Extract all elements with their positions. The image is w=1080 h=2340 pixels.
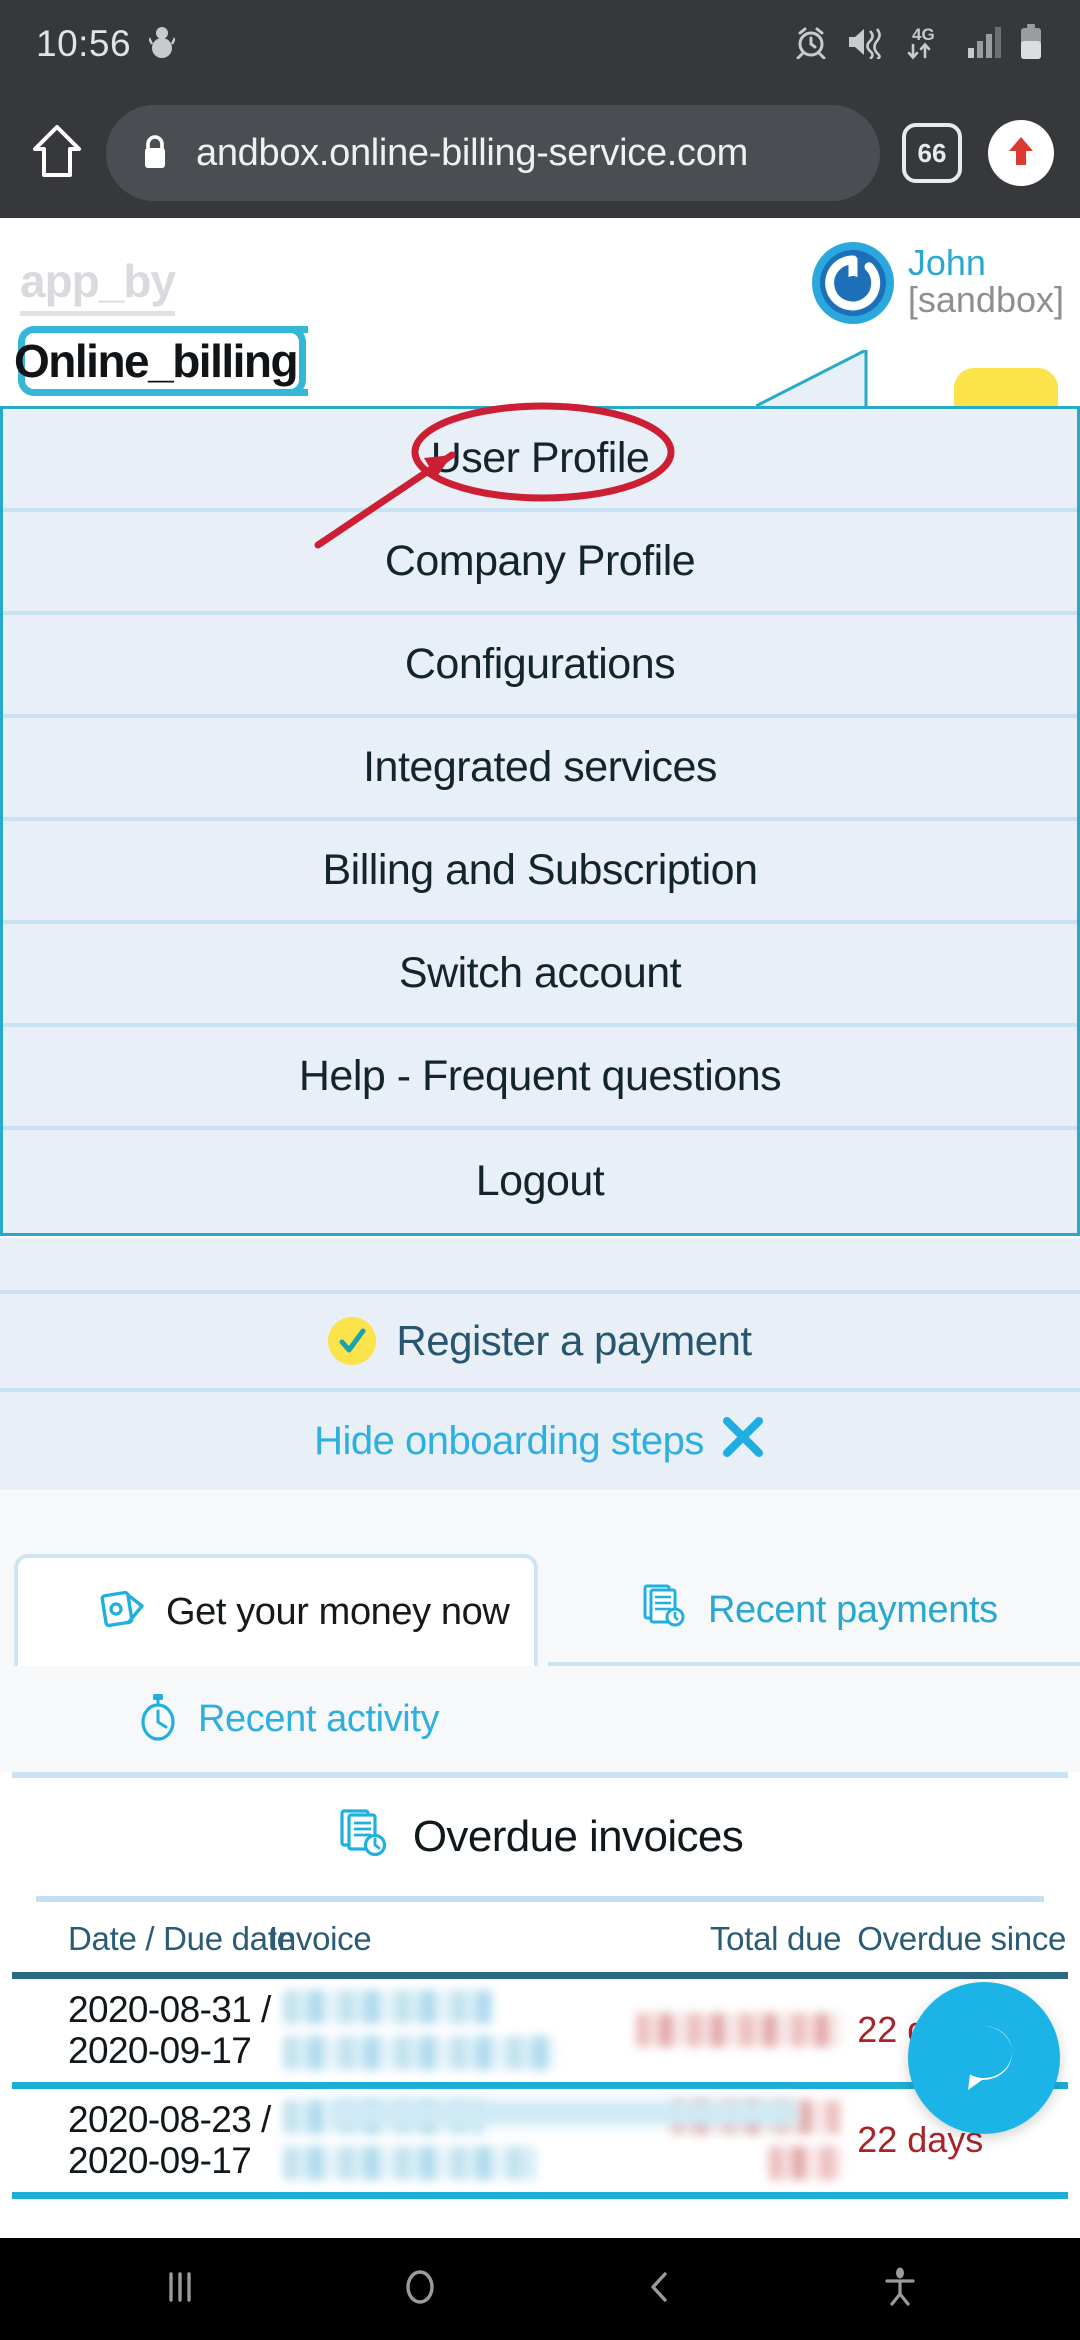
home-circle-icon	[397, 2269, 443, 2314]
hide-onboarding-label: Hide onboarding steps	[314, 1418, 704, 1463]
tab-label: Get your money now	[166, 1590, 510, 1633]
status-bar-right: 4G	[794, 23, 1044, 66]
tab-counter-button[interactable]: 66	[902, 123, 962, 183]
cell-date-issued: 2020-08-23 /	[68, 2098, 271, 2140]
logo-prefix: app_by	[20, 254, 176, 316]
alarm-icon	[794, 25, 828, 64]
menu-item-user-profile[interactable]: User Profile	[3, 409, 1077, 512]
tab-count-label: 66	[917, 137, 947, 168]
recents-icon	[157, 2271, 203, 2314]
address-bar[interactable]: andbox.online-billing-service.com	[106, 105, 880, 201]
user-environment: [sandbox]	[907, 279, 1064, 321]
back-button[interactable]	[637, 2264, 683, 2315]
battery-icon	[1018, 23, 1044, 65]
android-navigation-bar	[0, 2238, 1080, 2340]
overdue-invoices-title-row: Overdue invoices	[12, 1778, 1068, 1896]
menu-item-billing-subscription[interactable]: Billing and Subscription	[3, 821, 1077, 924]
documents-icon	[640, 1580, 690, 1640]
row-highlight-blur	[328, 2100, 798, 2126]
accessibility-icon	[877, 2267, 923, 2314]
overdue-invoices-title: Overdue invoices	[412, 1812, 744, 1861]
tabs-underline	[548, 1662, 1080, 1666]
signal-icon	[967, 26, 1001, 63]
close-x-icon	[720, 1414, 766, 1469]
phone-screen: 10:56 4G andbox.online-billing-service.c…	[0, 0, 1080, 2340]
browser-toolbar: andbox.online-billing-service.com 66	[0, 88, 1080, 218]
tab-recent-payments[interactable]: Recent payments	[640, 1554, 998, 1666]
cell-date: 2020-08-23 / 2020-09-17	[12, 2085, 271, 2195]
status-bar-left: 10:56	[36, 23, 177, 65]
menu-item-integrated-services[interactable]: Integrated services	[3, 718, 1077, 821]
menu-item-switch-account[interactable]: Switch account	[3, 924, 1077, 1027]
overdue-invoices-card: Overdue invoices Date / Due date Invoice…	[12, 1772, 1068, 2238]
chat-support-button[interactable]	[908, 1982, 1060, 2134]
table-header: Date / Due date Invoice Total due Overdu…	[12, 1902, 1068, 1976]
menu-item-label: Integrated services	[363, 743, 717, 791]
cell-date-due: 2020-09-17	[68, 2030, 252, 2072]
status-bar: 10:56 4G	[0, 0, 1080, 88]
menu-item-label: Billing and Subscription	[322, 846, 759, 894]
stopwatch-icon	[134, 1692, 182, 1747]
snowman-icon	[147, 24, 177, 65]
onboarding-step-label: Register a payment	[396, 1317, 752, 1364]
menu-item-company-profile[interactable]: Company Profile	[3, 512, 1077, 615]
recents-button[interactable]	[157, 2264, 203, 2315]
menu-item-label: Logout	[475, 1157, 605, 1205]
chat-bubble-icon	[938, 2010, 1030, 2107]
cell-date-due: 2020-09-17	[68, 2140, 252, 2182]
svg-text:4G: 4G	[912, 25, 935, 44]
cell-date-issued: 2020-08-31 /	[68, 1989, 271, 2030]
banknotes-icon	[98, 1582, 148, 1642]
menu-item-label: Switch account	[398, 949, 682, 997]
cell-invoice-redacted	[269, 1976, 593, 2086]
menu-item-label: Help - Frequent questions	[298, 1052, 782, 1100]
table-body: 2020-08-31 / 2020-09-17 22 day	[12, 1976, 1068, 2196]
user-menu-button[interactable]: John [sandbox]	[810, 240, 1064, 326]
accessibility-button[interactable]	[877, 2264, 923, 2315]
section-gap	[0, 1490, 1080, 1546]
user-dropdown-menu: User Profile Company Profile Configurati…	[0, 406, 1080, 1236]
app-header: app_by Online_billing John [sandbox]	[0, 218, 1080, 442]
lock-icon	[140, 131, 170, 176]
home-button[interactable]	[26, 123, 88, 184]
cell-total-redacted	[593, 1976, 842, 2086]
menu-item-label: User Profile	[430, 434, 650, 482]
menu-item-help[interactable]: Help - Frequent questions	[3, 1027, 1077, 1130]
4g-data-icon: 4G	[900, 23, 950, 66]
table-header-row: Date / Due date Invoice Total due Overdu…	[12, 1902, 1068, 1976]
mute-vibrate-icon	[845, 25, 883, 64]
column-header-invoice[interactable]: Invoice	[269, 1902, 593, 1976]
menu-item-label: Configurations	[404, 640, 676, 688]
column-header-overdue[interactable]: Overdue since	[841, 1902, 1068, 1976]
upload-arrow-icon	[1004, 131, 1038, 176]
onboarding-steps: Register a payment Hide onboarding steps	[0, 1238, 1080, 1490]
user-name: John	[907, 242, 986, 283]
documents-clock-icon	[337, 1804, 393, 1871]
hide-onboarding-button[interactable]: Hide onboarding steps	[0, 1392, 1080, 1490]
dashboard-tabs: Get your money now Recent payments	[0, 1546, 1080, 1666]
home-icon	[31, 123, 83, 184]
recent-activity-link[interactable]: Recent activity	[0, 1666, 1080, 1772]
yellow-check-icon	[328, 1317, 377, 1365]
user-identity: John [sandbox]	[908, 240, 1064, 319]
onboarding-step-register-payment[interactable]: Register a payment	[0, 1294, 1080, 1392]
url-text: andbox.online-billing-service.com	[196, 131, 748, 174]
status-clock: 10:56	[36, 23, 132, 64]
power-spiral-avatar-icon	[810, 240, 896, 326]
tab-label: Recent payments	[708, 1588, 998, 1631]
back-chevron-icon	[637, 2271, 683, 2314]
home-button[interactable]	[397, 2264, 443, 2315]
recent-activity-label: Recent activity	[198, 1697, 440, 1740]
logo-name: Online_billing	[14, 335, 299, 387]
onboarding-partial-row	[0, 1238, 1080, 1294]
page-action-button[interactable]	[988, 120, 1054, 186]
column-header-date[interactable]: Date / Due date	[12, 1902, 295, 1976]
menu-item-logout[interactable]: Logout	[3, 1130, 1077, 1233]
tab-get-your-money-now[interactable]: Get your money now	[14, 1554, 538, 1666]
cell-date: 2020-08-31 / 2020-09-17	[12, 1976, 271, 2086]
menu-item-label: Company Profile	[384, 537, 696, 585]
web-page-content: app_by Online_billing John [sandbox] Use…	[0, 218, 1080, 2238]
column-header-total[interactable]: Total due	[593, 1902, 842, 1976]
menu-item-configurations[interactable]: Configurations	[3, 615, 1077, 718]
